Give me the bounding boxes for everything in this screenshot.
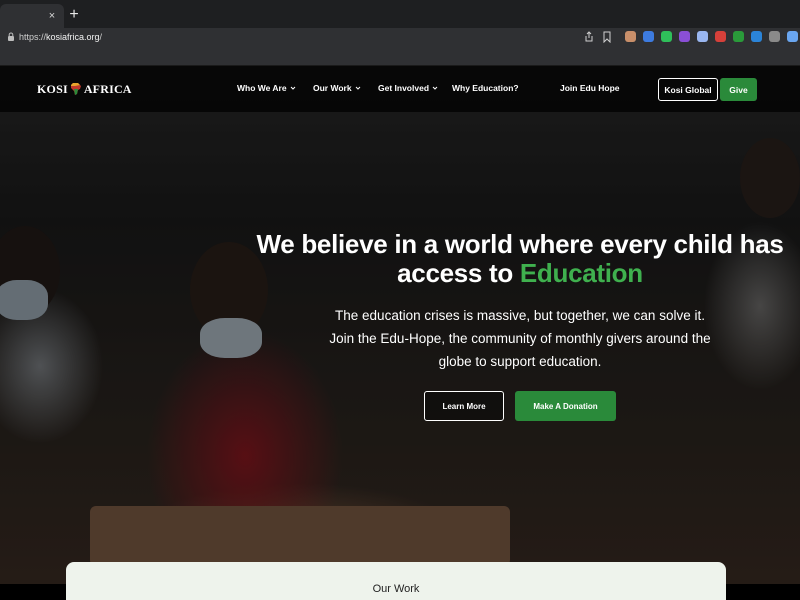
- logo-text-left: KOSI: [37, 81, 68, 96]
- url-text[interactable]: https://kosiafrica.org/: [19, 31, 102, 43]
- kosi-global-button[interactable]: Kosi Global: [658, 78, 718, 101]
- lock-icon: [8, 32, 14, 41]
- chevron-down-icon: [355, 86, 360, 90]
- nav-get-involved[interactable]: Get Involved: [378, 83, 438, 93]
- site-logo[interactable]: KOSI AFRICA: [37, 82, 132, 96]
- ext-leaf-icon[interactable]: [733, 31, 744, 42]
- nav-label: Get Involved: [378, 83, 430, 93]
- headline-highlight: Education: [519, 258, 643, 288]
- browser-tab[interactable]: ×: [0, 4, 64, 28]
- browser-tab-bar: × +: [0, 0, 800, 28]
- section-title: Our Work: [372, 583, 420, 595]
- new-tab-button[interactable]: +: [66, 7, 82, 23]
- ext-avatar-icon[interactable]: [625, 31, 636, 42]
- nav-why-education[interactable]: Why Education?: [452, 83, 519, 93]
- headline-line-1: We believe in a world where every child …: [256, 229, 784, 259]
- website: KOSI AFRICA Who We Are Our Work Get Invo…: [0, 66, 800, 600]
- nav-our-work[interactable]: Our Work: [313, 83, 361, 93]
- subtext-line-3: globe to support education.: [438, 354, 602, 369]
- ext-puzzle-icon[interactable]: [787, 31, 798, 42]
- subtext-line-2: Join the Edu-Hope, the community of mont…: [329, 331, 711, 346]
- hero-headline: We believe in a world where every child …: [200, 230, 800, 288]
- headline-line-2: access to Education: [200, 259, 800, 288]
- headline-prefix: access to: [397, 258, 520, 288]
- subtext-line-1: The education crises is massive, but tog…: [335, 308, 705, 323]
- bookmark-icon[interactable]: [601, 31, 613, 43]
- nav-label: Who We Are: [237, 83, 287, 93]
- site-navbar: KOSI AFRICA Who We Are Our Work Get Invo…: [0, 66, 800, 112]
- ext-shield-icon[interactable]: [643, 31, 654, 42]
- chevron-down-icon: [432, 86, 438, 90]
- logo-text-right: AFRICA: [83, 81, 132, 96]
- nav-who-we-are[interactable]: Who We Are: [237, 83, 296, 93]
- address-bar[interactable]: https://kosiafrica.org/: [0, 28, 800, 46]
- ext-green-icon[interactable]: [661, 31, 672, 42]
- chevron-down-icon: [290, 86, 295, 90]
- hero-subtext: The education crises is massive, but tog…: [300, 304, 740, 373]
- bookmarks-bar: [0, 46, 800, 66]
- africa-map-icon: [70, 83, 81, 95]
- nav-label: Why Education?: [452, 83, 519, 93]
- nav-label: Join Edu Hope: [560, 83, 620, 93]
- close-tab-icon[interactable]: ×: [46, 10, 58, 22]
- url-path: /: [99, 32, 103, 42]
- make-donation-button[interactable]: Make A Donation: [515, 391, 616, 421]
- nav-join-edu-hope[interactable]: Join Edu Hope: [560, 83, 620, 93]
- url-scheme: https://: [19, 32, 47, 42]
- url-host: kosiafrica.org: [46, 32, 100, 42]
- ext-blue-icon[interactable]: [751, 31, 762, 42]
- share-icon[interactable]: [583, 31, 595, 43]
- screen: × + https://kosiafrica.org/ KOSI AFRICA …: [0, 0, 800, 600]
- learn-more-button[interactable]: Learn More: [424, 391, 504, 421]
- our-work-section: Our Work: [66, 562, 726, 600]
- ext-purple-icon[interactable]: [679, 31, 690, 42]
- give-button[interactable]: Give: [720, 78, 757, 101]
- ext-red-icon[interactable]: [715, 31, 726, 42]
- ext-doc-icon[interactable]: [697, 31, 708, 42]
- ext-dark-icon[interactable]: [769, 31, 780, 42]
- nav-label: Our Work: [313, 83, 352, 93]
